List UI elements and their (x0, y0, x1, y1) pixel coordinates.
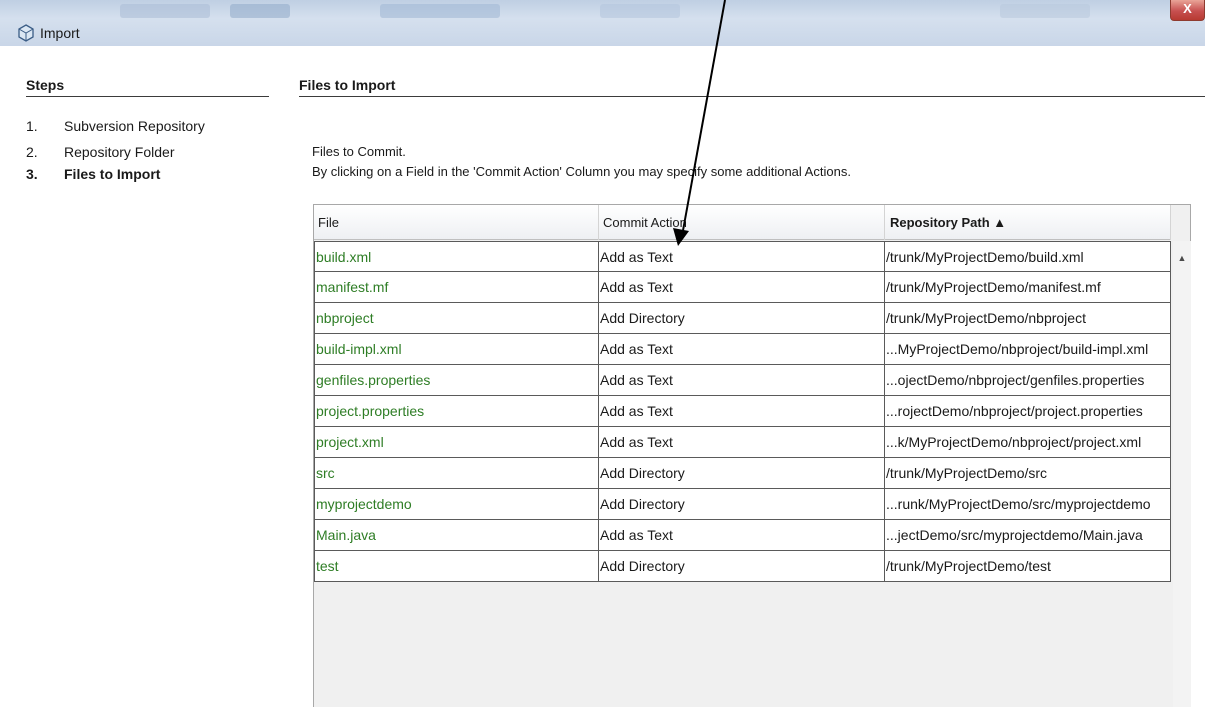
import-window-icon (18, 24, 34, 42)
repository-path-cell[interactable]: /trunk/MyProjectDemo/manifest.mf (885, 272, 1171, 303)
table-row[interactable]: myprojectdemo Add Directory ...runk/MyPr… (314, 489, 1171, 520)
step-number: 1. (26, 118, 38, 134)
step-label: Repository Folder (64, 144, 175, 160)
background-decoration (380, 4, 500, 18)
file-cell[interactable]: nbproject (314, 303, 599, 334)
commit-action-cell[interactable]: Add as Text (599, 334, 885, 365)
step-subversion-repository: 1. Subversion Repository (26, 118, 205, 134)
repository-path-cell[interactable]: /trunk/MyProjectDemo/src (885, 458, 1171, 489)
file-cell[interactable]: test (314, 551, 599, 582)
column-header-repository-path[interactable]: Repository Path ▲ (885, 205, 1171, 240)
column-header-commit-action[interactable]: Commit Action (599, 205, 885, 240)
vertical-scrollbar[interactable]: ▲ (1173, 241, 1191, 707)
title-divider (299, 96, 1205, 97)
commit-action-cell[interactable]: Add as Text (599, 241, 885, 272)
steps-pane: Steps 1. Subversion Repository 2. Reposi… (0, 46, 280, 707)
repository-path-cell[interactable]: ...runk/MyProjectDemo/src/myprojectdemo (885, 489, 1171, 520)
commit-action-hint: By clicking on a Field in the 'Commit Ac… (312, 164, 851, 179)
step-number: 2. (26, 144, 38, 160)
table-row[interactable]: Main.java Add as Text ...jectDemo/src/my… (314, 520, 1171, 551)
repository-path-cell[interactable]: /trunk/MyProjectDemo/nbproject (885, 303, 1171, 334)
file-cell[interactable]: myprojectdemo (314, 489, 599, 520)
table-row[interactable]: project.properties Add as Text ...roject… (314, 396, 1171, 427)
commit-action-cell[interactable]: Add Directory (599, 489, 885, 520)
table-row[interactable]: manifest.mf Add as Text /trunk/MyProject… (314, 272, 1171, 303)
file-cell[interactable]: src (314, 458, 599, 489)
file-cell[interactable]: Main.java (314, 520, 599, 551)
commit-action-cell[interactable]: Add as Text (599, 520, 885, 551)
file-cell[interactable]: manifest.mf (314, 272, 599, 303)
table-row[interactable]: build-impl.xml Add as Text ...MyProjectD… (314, 334, 1171, 365)
steps-divider (26, 96, 269, 97)
repository-path-cell[interactable]: ...MyProjectDemo/nbproject/build-impl.xm… (885, 334, 1171, 365)
file-cell[interactable]: genfiles.properties (314, 365, 599, 396)
background-decoration (230, 4, 290, 18)
step-label: Files to Import (64, 166, 161, 182)
table-row[interactable]: project.xml Add as Text ...k/MyProjectDe… (314, 427, 1171, 458)
table-row[interactable]: build.xml Add as Text /trunk/MyProjectDe… (314, 241, 1171, 272)
table-row[interactable]: nbproject Add Directory /trunk/MyProject… (314, 303, 1171, 334)
repository-path-cell[interactable]: ...jectDemo/src/myprojectdemo/Main.java (885, 520, 1171, 551)
commit-action-cell[interactable]: Add as Text (599, 365, 885, 396)
files-to-commit-label: Files to Commit. (312, 144, 406, 159)
background-decoration (1000, 4, 1090, 18)
close-icon: X (1183, 1, 1192, 16)
table-header: File Commit Action Repository Path ▲ (314, 205, 1171, 240)
table-empty-area (314, 595, 1171, 707)
repository-path-cell[interactable]: ...k/MyProjectDemo/nbproject/project.xml (885, 427, 1171, 458)
repository-path-cell[interactable]: /trunk/MyProjectDemo/test (885, 551, 1171, 582)
file-cell[interactable]: project.properties (314, 396, 599, 427)
table-body: build.xml Add as Text /trunk/MyProjectDe… (314, 241, 1171, 582)
repository-path-cell[interactable]: ...ojectDemo/nbproject/genfiles.properti… (885, 365, 1171, 396)
step-label: Subversion Repository (64, 118, 205, 134)
scroll-up-arrow-icon[interactable]: ▲ (1173, 253, 1191, 267)
file-cell[interactable]: build-impl.xml (314, 334, 599, 365)
repository-path-cell[interactable]: ...rojectDemo/nbproject/project.properti… (885, 396, 1171, 427)
window-title: Import (40, 25, 80, 41)
step-files-to-import: 3. Files to Import (26, 166, 160, 182)
commit-action-cell[interactable]: Add Directory (599, 303, 885, 334)
step-number: 3. (26, 166, 38, 182)
background-decoration (600, 4, 680, 18)
commit-action-cell[interactable]: Add Directory (599, 551, 885, 582)
page-title: Files to Import (299, 77, 396, 93)
table-row[interactable]: genfiles.properties Add as Text ...oject… (314, 365, 1171, 396)
file-cell[interactable]: project.xml (314, 427, 599, 458)
title-bar: Import X (0, 0, 1205, 46)
file-cell[interactable]: build.xml (314, 241, 599, 272)
commit-action-cell[interactable]: Add as Text (599, 272, 885, 303)
steps-heading: Steps (26, 77, 65, 93)
commit-action-cell[interactable]: Add Directory (599, 458, 885, 489)
commit-action-cell[interactable]: Add as Text (599, 427, 885, 458)
step-repository-folder: 2. Repository Folder (26, 144, 175, 160)
close-button[interactable]: X (1170, 0, 1205, 21)
files-table: File Commit Action Repository Path ▲ bui… (313, 204, 1191, 707)
repository-path-cell[interactable]: /trunk/MyProjectDemo/build.xml (885, 241, 1171, 272)
column-header-file[interactable]: File (314, 205, 599, 240)
background-decoration (120, 4, 210, 18)
table-row[interactable]: src Add Directory /trunk/MyProjectDemo/s… (314, 458, 1171, 489)
commit-action-cell[interactable]: Add as Text (599, 396, 885, 427)
table-row[interactable]: test Add Directory /trunk/MyProjectDemo/… (314, 551, 1171, 582)
